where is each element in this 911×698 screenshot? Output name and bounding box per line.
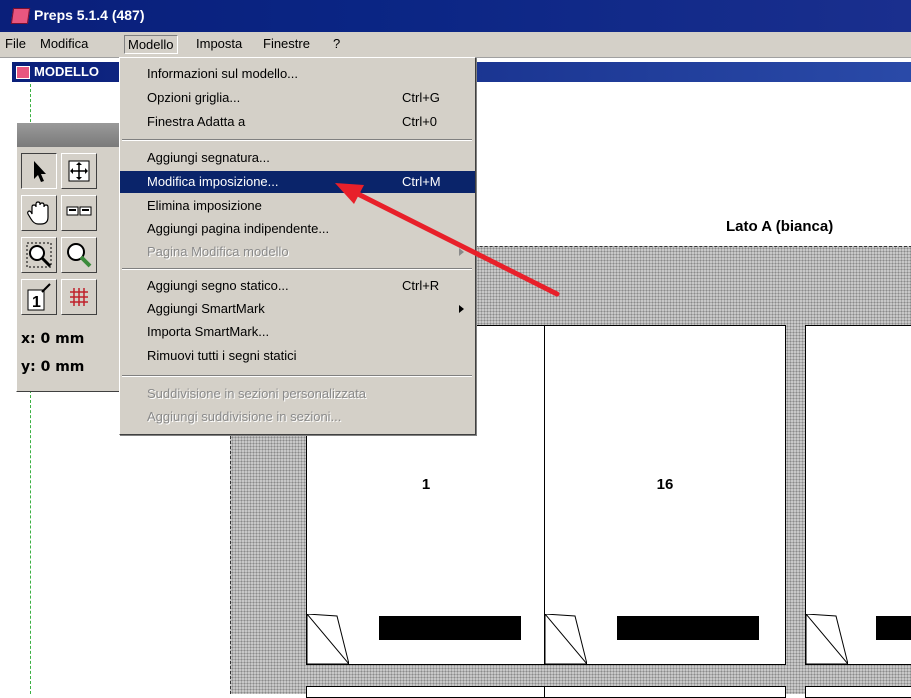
annotation-arrow	[335, 183, 560, 297]
